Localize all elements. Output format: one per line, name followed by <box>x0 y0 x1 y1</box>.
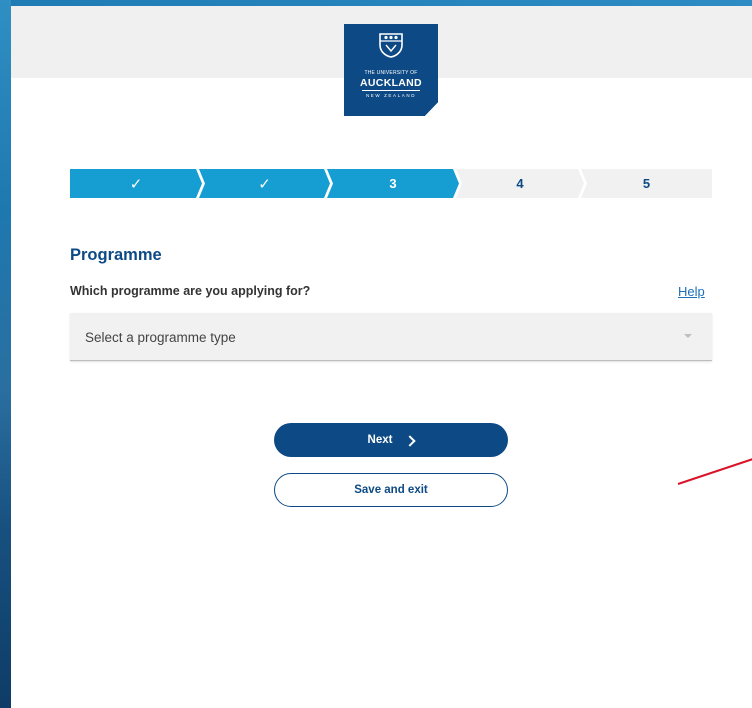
step-5[interactable]: 5 <box>581 169 712 198</box>
crest-icon <box>379 33 403 58</box>
step-1-check-icon: ✓ <box>129 175 143 193</box>
step-5-label: 5 <box>642 176 651 191</box>
step-4-label: 4 <box>516 176 524 191</box>
step-4[interactable]: 4 <box>456 169 584 198</box>
help-link[interactable]: Help <box>678 284 705 299</box>
next-button-label: Next <box>367 434 393 446</box>
programme-question-label: Which programme are you applying for? <box>70 284 311 298</box>
programme-type-select[interactable]: Select a programme type <box>70 313 712 361</box>
red-annotation-arrow-icon <box>677 458 752 485</box>
logo-line-new-zealand: NEW ZEALAND <box>365 93 417 98</box>
step-1[interactable]: ✓ <box>70 169 202 198</box>
dropdown-caret-icon <box>684 334 692 338</box>
background-left-strip <box>0 0 11 708</box>
save-and-exit-label: Save and exit <box>354 484 428 496</box>
save-and-exit-button[interactable]: Save and exit <box>274 473 508 507</box>
step-3-label: 3 <box>389 176 397 191</box>
progress-stepper: ✓ ✓ 3 4 5 <box>70 169 712 198</box>
step-2-check-icon: ✓ <box>258 175 271 193</box>
university-logo: THE UNIVERSITY OF AUCKLAND NEW ZEALAND <box>344 24 438 116</box>
chevron-right-icon <box>404 434 417 447</box>
application-panel: THE UNIVERSITY OF AUCKLAND NEW ZEALAND ✓… <box>11 6 752 708</box>
programme-type-placeholder: Select a programme type <box>85 330 236 345</box>
section-title: Programme <box>70 246 162 264</box>
logo-line-auckland: AUCKLAND <box>360 77 422 89</box>
step-2[interactable]: ✓ <box>199 169 330 198</box>
logo-divider <box>362 90 420 91</box>
logo-line-university-of: THE UNIVERSITY OF <box>364 70 418 76</box>
step-3[interactable]: 3 <box>327 169 459 198</box>
next-button[interactable]: Next <box>274 423 508 457</box>
